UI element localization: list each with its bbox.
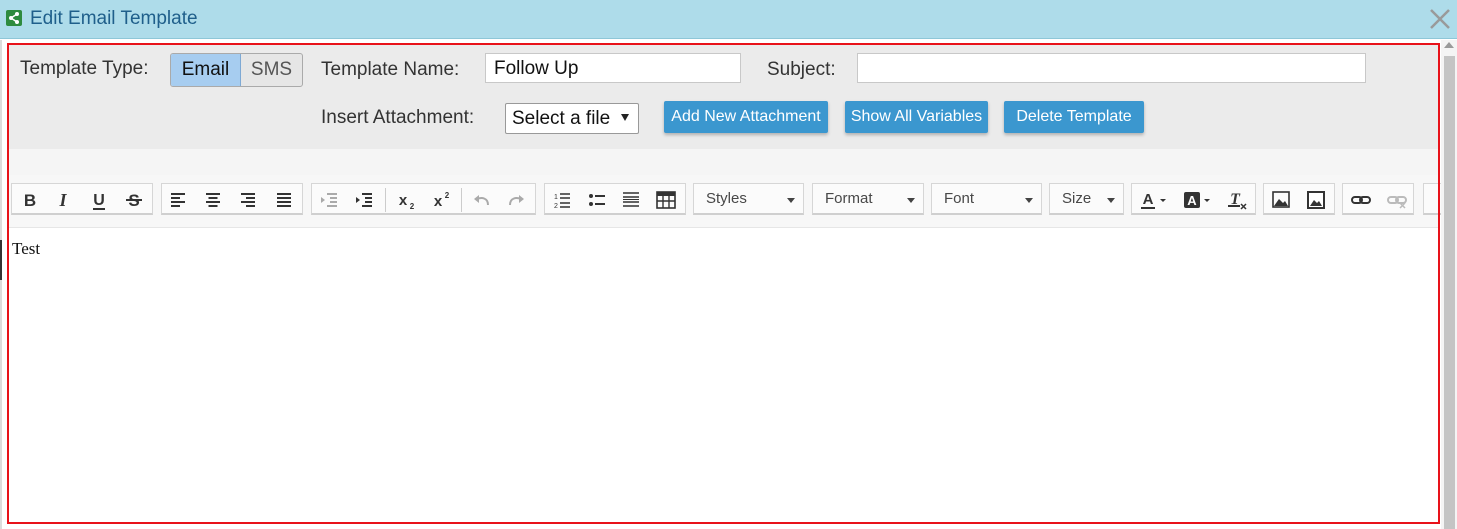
subject-input[interactable] [857, 53, 1366, 83]
scrollbar-thumb[interactable] [1444, 56, 1455, 529]
image-gallery-icon[interactable] [1302, 189, 1330, 211]
chevron-down-icon [1107, 198, 1115, 203]
chevron-down-icon [621, 114, 629, 121]
link-icon[interactable] [1347, 189, 1375, 211]
italic-icon[interactable]: I [49, 189, 77, 211]
attachment-select-value: Select a file [512, 108, 611, 129]
template-name-label: Template Name: [321, 59, 460, 80]
horizontal-rule-icon[interactable] [617, 189, 645, 211]
numbered-list-icon[interactable]: 12 [548, 189, 576, 211]
table-icon[interactable] [652, 189, 680, 211]
styles-dropdown-label: Styles [706, 190, 747, 207]
format-dropdown[interactable]: Format [812, 183, 924, 215]
unlink-icon[interactable] [1383, 189, 1411, 211]
underline-icon[interactable]: U [85, 189, 113, 211]
svg-text:B: B [24, 191, 36, 210]
scroll-up-icon[interactable] [1444, 42, 1454, 48]
superscript-icon[interactable]: x2 [427, 189, 455, 211]
text-color-icon[interactable]: A [1136, 189, 1172, 211]
bold-icon[interactable]: B [16, 189, 44, 211]
template-type-toggle: Email SMS [170, 53, 303, 87]
outdent-icon[interactable] [315, 189, 343, 211]
toolbar-separator [385, 188, 386, 212]
svg-text:U: U [93, 192, 105, 209]
share-icon [6, 10, 22, 26]
image-icon[interactable] [1267, 189, 1295, 211]
align-left-icon[interactable] [164, 189, 192, 211]
template-type-email-option[interactable]: Email [171, 54, 241, 86]
font-dropdown[interactable]: Font [931, 183, 1042, 215]
svg-text:A: A [1187, 193, 1197, 208]
editor-content[interactable]: Test [12, 239, 40, 259]
undo-icon[interactable] [468, 189, 496, 211]
strikethrough-icon[interactable]: S [120, 189, 148, 211]
svg-text:A: A [1143, 191, 1154, 208]
font-dropdown-label: Font [944, 190, 975, 207]
attachment-select[interactable]: Select a file [505, 103, 639, 134]
svg-text:2: 2 [410, 202, 415, 211]
bulleted-list-icon[interactable] [583, 189, 611, 211]
template-type-label: Template Type: [20, 58, 149, 79]
dialog-title-bar: Edit Email Template [0, 0, 1457, 39]
align-justify-icon[interactable] [270, 189, 298, 211]
show-all-variables-button[interactable]: Show All Variables [845, 101, 988, 133]
close-icon[interactable] [1426, 5, 1454, 33]
template-name-input[interactable]: Follow Up [485, 53, 741, 83]
template-type-sms-option[interactable]: SMS [241, 54, 302, 86]
left-edge-marker [0, 240, 2, 280]
align-center-icon[interactable] [199, 189, 227, 211]
add-new-attachment-button[interactable]: Add New Attachment [664, 101, 828, 133]
styles-dropdown[interactable]: Styles [693, 183, 804, 215]
svg-text:I: I [58, 190, 67, 210]
insert-attachment-label: Insert Attachment: [321, 107, 475, 128]
chevron-down-icon [1025, 198, 1033, 203]
redo-icon[interactable] [502, 189, 530, 211]
svg-text:1: 1 [554, 194, 558, 201]
delete-template-button[interactable]: Delete Template [1004, 101, 1144, 133]
size-dropdown[interactable]: Size [1049, 183, 1124, 215]
align-right-icon[interactable] [234, 189, 262, 211]
svg-text:2: 2 [445, 191, 450, 200]
left-edge [0, 40, 2, 529]
toolbar-group-overflow [1423, 183, 1441, 215]
toolbar-separator [461, 188, 462, 212]
remove-format-icon[interactable]: T [1223, 189, 1251, 211]
subscript-icon[interactable]: x2 [392, 189, 420, 211]
dialog-title: Edit Email Template [30, 8, 198, 29]
svg-text:x: x [434, 193, 443, 210]
svg-text:2: 2 [554, 203, 558, 210]
size-dropdown-label: Size [1062, 190, 1092, 207]
panel-divider [9, 149, 1438, 175]
svg-text:x: x [399, 192, 408, 209]
format-dropdown-label: Format [825, 190, 873, 207]
chevron-down-icon [787, 198, 795, 203]
background-color-icon[interactable]: A [1180, 189, 1216, 211]
chevron-down-icon [907, 198, 915, 203]
subject-label: Subject: [767, 59, 836, 80]
indent-icon[interactable] [350, 189, 378, 211]
